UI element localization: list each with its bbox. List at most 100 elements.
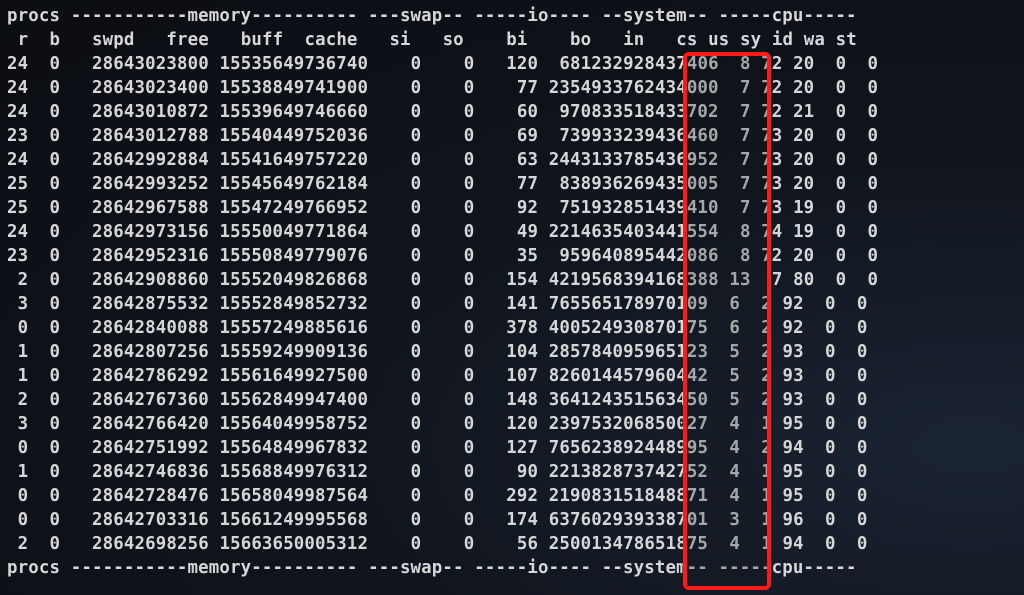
cell-buff: 155628 <box>219 390 284 410</box>
cell-bo: 63760 <box>548 510 602 530</box>
cell-free: 2967588 <box>134 198 209 218</box>
cell-wa: 0 <box>835 102 847 122</box>
column-header-sy: sy <box>740 30 762 50</box>
cell-b: 0 <box>49 54 61 74</box>
cell-b: 0 <box>49 318 61 338</box>
cell-so: 0 <box>463 78 475 98</box>
cell-b: 0 <box>49 342 61 362</box>
cell-id: 21 <box>793 102 815 122</box>
cell-buff: 155456 <box>219 174 284 194</box>
cell-sy: 7 <box>771 270 783 290</box>
cell-wa: 0 <box>824 294 836 314</box>
cell-wa: 0 <box>824 534 836 554</box>
cell-cache: 49752036 <box>283 126 369 146</box>
cell-r: 24 <box>7 54 29 74</box>
cell-wa: 0 <box>824 390 836 410</box>
cell-wa: 0 <box>824 510 836 530</box>
cell-bo: 42195 <box>548 270 602 290</box>
cell-wa: 0 <box>835 78 847 98</box>
cell-id: 20 <box>793 54 815 74</box>
cell-buff: 155640 <box>219 414 284 434</box>
cell-free: 2767360 <box>134 390 209 410</box>
cell-st: 0 <box>856 342 868 362</box>
cell-in: 29393 <box>601 510 655 530</box>
cell-id: 94 <box>782 438 804 458</box>
cell-buff: 155648 <box>219 438 284 458</box>
cell-bo: 24431 <box>548 150 602 170</box>
cell-swpd: 2864 <box>92 318 135 338</box>
cell-cache: 49967832 <box>283 438 369 458</box>
cell-swpd: 2864 <box>92 246 135 266</box>
group-header: procs -----------memory---------- ---swa… <box>7 6 857 26</box>
cell-id: 19 <box>793 198 815 218</box>
cell-buff: 156580 <box>219 486 284 506</box>
cell-cache: 49958752 <box>283 414 369 434</box>
cell-swpd: 2864 <box>92 102 135 122</box>
cell-in: 43515 <box>601 390 655 410</box>
cell-b: 0 <box>49 78 61 98</box>
cell-b: 0 <box>49 510 61 530</box>
cell-b: 0 <box>49 366 61 386</box>
cell-si: 0 <box>410 462 422 482</box>
cell-so: 0 <box>463 198 475 218</box>
cell-wa: 0 <box>824 414 836 434</box>
cell-r: 24 <box>7 102 29 122</box>
cell-b: 0 <box>49 438 61 458</box>
cell-b: 0 <box>49 150 61 170</box>
cell-b: 0 <box>49 270 61 290</box>
cell-cache: 49826868 <box>283 270 369 290</box>
cell-wa: 0 <box>824 366 836 386</box>
cell-st: 0 <box>856 366 868 386</box>
cell-buff: 155396 <box>219 102 284 122</box>
cell-cache: 49909136 <box>283 342 369 362</box>
cell-id: 20 <box>793 78 815 98</box>
cell-r: 0 <box>17 510 29 530</box>
cell-in: 33762 <box>601 78 655 98</box>
cell-st: 0 <box>856 390 868 410</box>
cell-b: 0 <box>49 126 61 146</box>
column-header: r b swpd free buff cache si so bi bo in … <box>7 28 878 52</box>
cell-bi: 104 <box>506 342 539 362</box>
cell-bo: 8389 <box>559 174 602 194</box>
column-header-in: in <box>623 30 645 50</box>
cell-bo: 23975 <box>548 414 602 434</box>
cell-id: 92 <box>782 318 804 338</box>
cell-wa: 0 <box>835 126 847 146</box>
cell-cache: 49746660 <box>283 102 369 122</box>
cell-bo: 28578 <box>548 342 602 362</box>
cell-si: 0 <box>410 294 422 314</box>
cell-si: 0 <box>410 318 422 338</box>
cell-buff: 155528 <box>219 294 284 314</box>
cell-r: 25 <box>7 198 29 218</box>
cell-buff: 155404 <box>219 126 284 146</box>
cell-buff: 156636 <box>219 534 284 554</box>
cell-free: 2703316 <box>134 510 209 530</box>
column-header-cache: cache <box>304 30 358 50</box>
cell-wa: 0 <box>835 198 847 218</box>
cell-bi: 77 <box>516 174 539 194</box>
cell-swpd: 2864 <box>92 222 135 242</box>
column-header-st: st <box>835 30 857 50</box>
cell-bi: 292 <box>506 486 539 506</box>
cell-in: 35403 <box>601 222 655 242</box>
cell-bo: 7519 <box>559 198 602 218</box>
cell-bi: 56 <box>516 534 539 554</box>
cell-cache: 49779076 <box>283 246 369 266</box>
column-header-wa: wa <box>803 30 826 50</box>
cell-free: 2992884 <box>134 150 209 170</box>
cell-bo: 22138 <box>548 462 602 482</box>
column-header-so: so <box>442 30 464 50</box>
cell-so: 0 <box>463 486 475 506</box>
cell-free: 2840088 <box>134 318 209 338</box>
cell-so: 0 <box>463 102 475 122</box>
cell-r: 3 <box>17 414 29 434</box>
cell-bi: 90 <box>516 462 539 482</box>
cell-swpd: 2864 <box>92 510 135 530</box>
cell-bi: 35 <box>516 246 539 266</box>
cell-bo: 25001 <box>548 534 602 554</box>
cell-in: 32068 <box>601 414 655 434</box>
cell-bo: 76562 <box>548 438 602 458</box>
cell-buff: 155500 <box>219 222 284 242</box>
cell-in: 32928 <box>601 54 655 74</box>
cell-r: 24 <box>7 222 29 242</box>
